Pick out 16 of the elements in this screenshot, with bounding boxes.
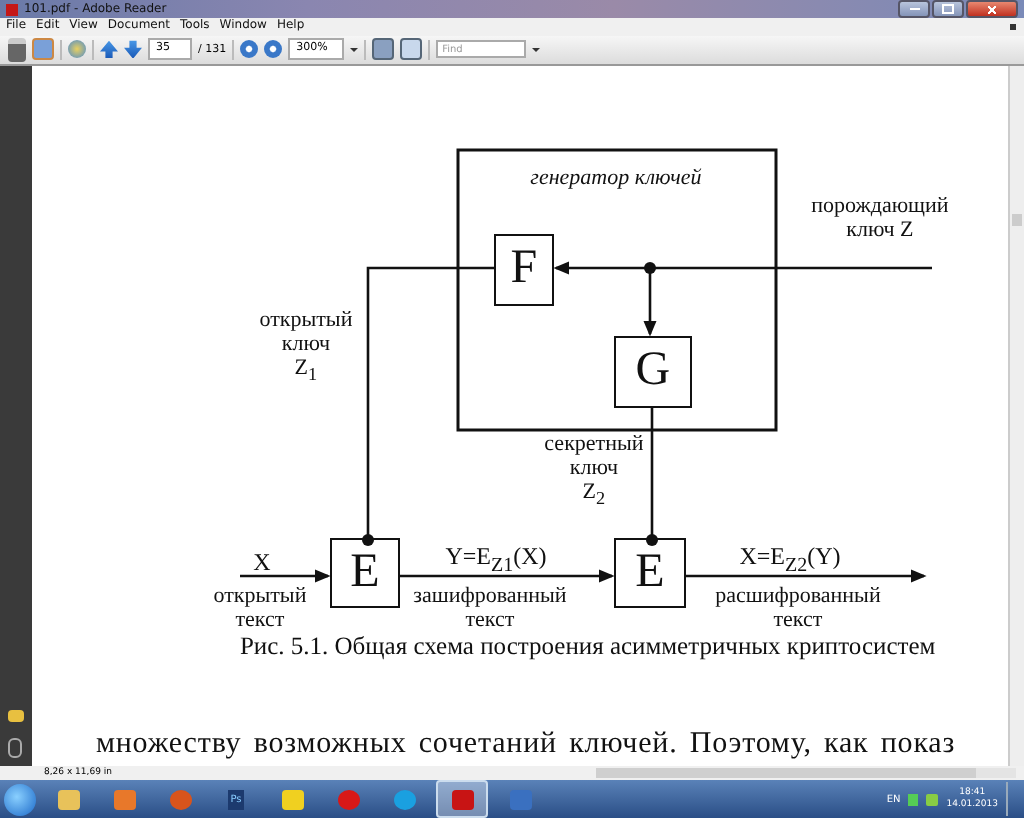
diagram-label: зашифрованный текст [413, 583, 567, 632]
function-block: E [613, 537, 686, 608]
diagram-label: X=E$_{Z2}$(Y) [739, 543, 841, 577]
function-block: G [613, 335, 692, 408]
body-text: множеству возможных сочетаний ключей. Поэтому, как показ [95, 725, 956, 762]
function-block: F [493, 233, 554, 306]
diagram-label: открытый ключ Z$_{1}$ [259, 307, 353, 385]
diagram-label: Y=E$_{Z1}$(X) [445, 543, 547, 577]
figure-caption: Рис. 5.1. Общая схема построения асимметричных криптосистем [239, 631, 936, 662]
diagram-label: расшифрованный текст [715, 583, 881, 632]
diagram-label: генератор ключей [530, 165, 702, 190]
diagram-label: секретный ключ Z$_{2}$ [544, 431, 644, 509]
function-block: E [329, 537, 400, 608]
diagram-label: открытый текст [213, 583, 307, 632]
diagram-label: порождающий ключ Z [811, 193, 949, 242]
diagram-label: X [253, 549, 271, 576]
